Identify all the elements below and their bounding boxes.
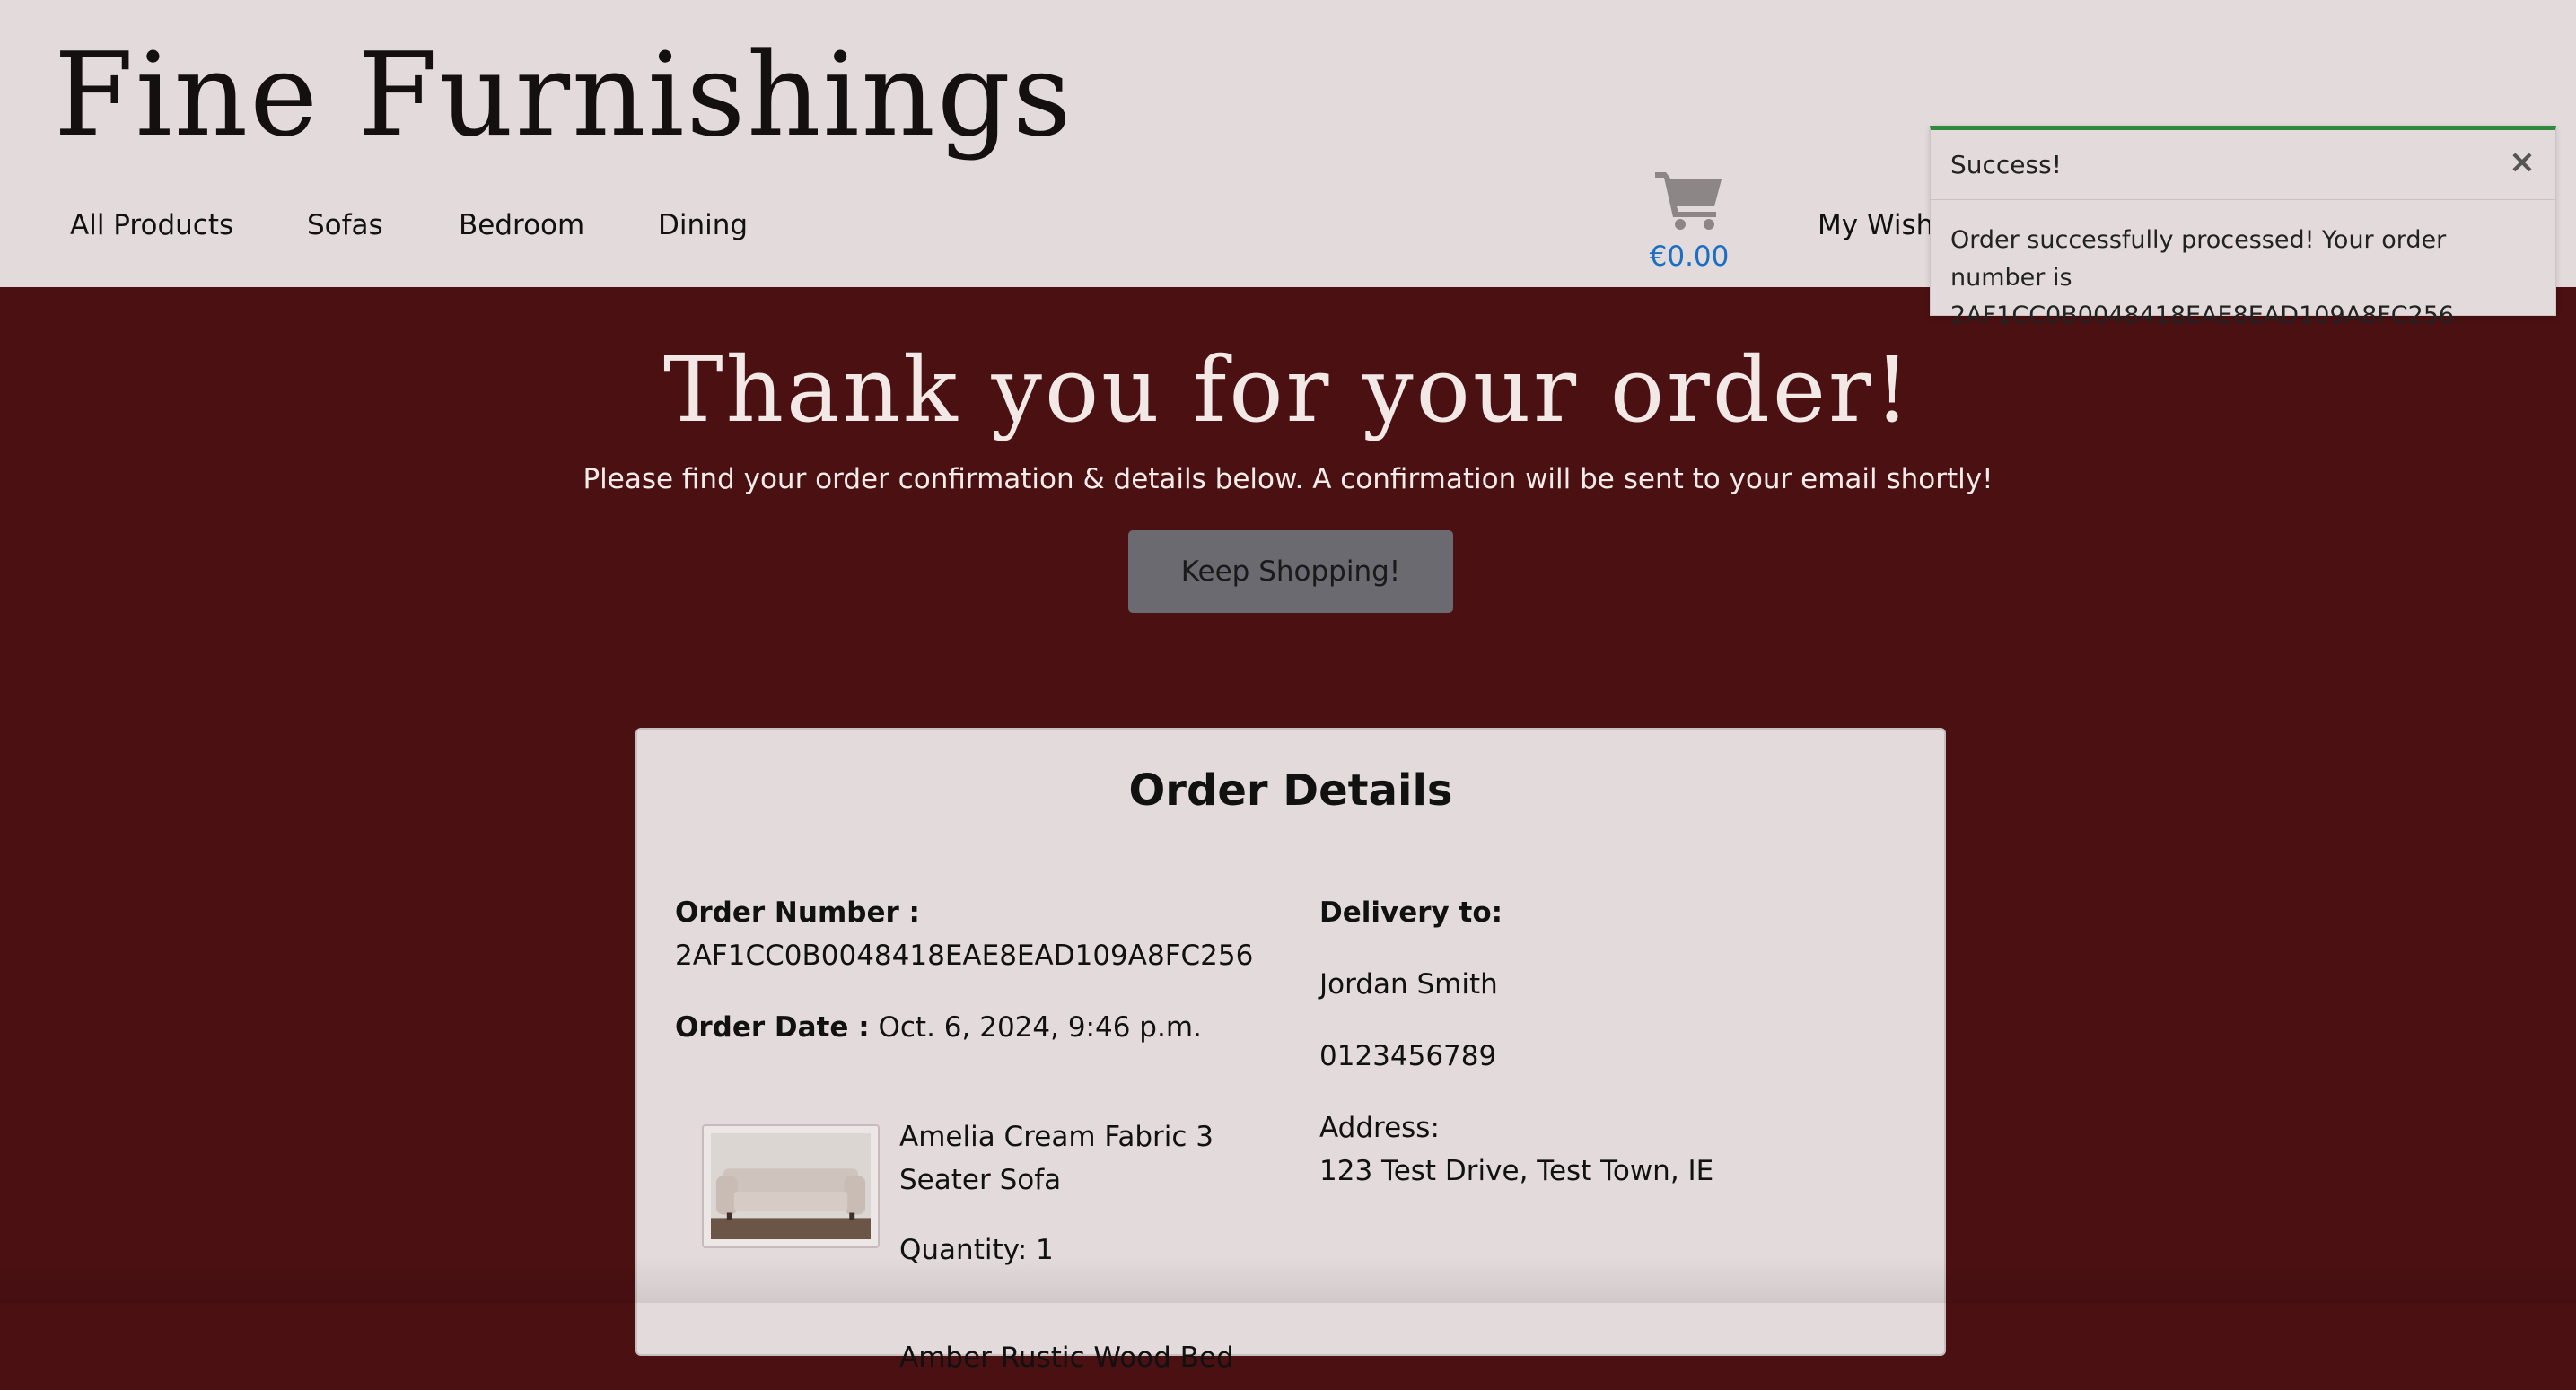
cart-link[interactable]: €0.00 bbox=[1643, 167, 1736, 273]
product-name: Amelia Cream Fabric 3 Seater Sofa bbox=[899, 1115, 1258, 1202]
product-name: Amber Rustic Wood Bed bbox=[899, 1342, 1234, 1374]
nav-item-sofas[interactable]: Sofas bbox=[307, 203, 383, 248]
order-date: Order Date : Oct. 6, 2024, 9:46 p.m. bbox=[675, 1006, 1303, 1049]
delivery-label: Delivery to: bbox=[1319, 896, 1503, 929]
order-number-label: Order Number : bbox=[675, 896, 920, 929]
address-value: 123 Test Drive, Test Town, IE bbox=[1319, 1155, 1714, 1187]
keep-shopping-button[interactable]: Keep Shopping! bbox=[1128, 530, 1453, 613]
nav-item-bedroom[interactable]: Bedroom bbox=[459, 203, 584, 248]
shopping-cart-icon bbox=[1655, 172, 1722, 230]
cart-total: €0.00 bbox=[1649, 240, 1730, 273]
page-subtitle: Please find your order confirmation & de… bbox=[583, 463, 1993, 495]
close-icon[interactable]: × bbox=[2509, 146, 2536, 179]
order-date-value: Oct. 6, 2024, 9:46 p.m. bbox=[878, 1011, 1202, 1044]
product-name-line: Seater Sofa bbox=[899, 1164, 1062, 1196]
toast-message: Order successfully processed! Your order… bbox=[1931, 200, 2555, 356]
site-logo[interactable]: Fine Furnishings bbox=[54, 27, 1073, 165]
success-toast: Success! × Order successfully processed!… bbox=[1930, 126, 2556, 329]
wishlist-link[interactable]: My Wishl bbox=[1818, 203, 1941, 248]
delivery-name: Jordan Smith bbox=[1319, 968, 1498, 1001]
order-number-value: 2AF1CC0B0048418EAE8EAD109A8FC256 bbox=[675, 940, 1254, 972]
toast-message-line: Order successfully processed! Your order… bbox=[1950, 226, 2447, 292]
page-title: Thank you for your order! bbox=[662, 337, 1914, 442]
product-quantity: Quantity: 1 bbox=[899, 1234, 1054, 1266]
address-label: Address: bbox=[1319, 1112, 1440, 1144]
order-details-heading: Order Details bbox=[1128, 765, 1453, 816]
product-name-line: Amelia Cream Fabric 3 bbox=[899, 1121, 1214, 1153]
toast-header: Success! × bbox=[1931, 130, 2555, 200]
order-summary-column: Order Number : 2AF1CC0B0048418EAE8EAD109… bbox=[675, 891, 1303, 1374]
delivery-phone: 0123456789 bbox=[1319, 1040, 1497, 1072]
order-date-label: Order Date : bbox=[675, 1011, 870, 1044]
order-details-card: Order Details Order Number : 2AF1CC0B004… bbox=[635, 728, 1946, 1374]
product-image[interactable] bbox=[702, 1124, 880, 1248]
nav-item-all-products[interactable]: All Products bbox=[70, 203, 233, 248]
delivery-column: Delivery to: Jordan Smith 0123456789 Add… bbox=[1319, 891, 1912, 1193]
toast-order-number: 2AF1CC0B0048418EAE8EAD109A8FC256. bbox=[1950, 302, 2462, 329]
list-item: Amelia Cream Fabric 3 Seater Sofa Quanti… bbox=[675, 1115, 1303, 1286]
list-item: Amber Rustic Wood Bed bbox=[675, 1336, 1303, 1390]
sofa-image-icon bbox=[711, 1133, 871, 1239]
nav-item-dining[interactable]: Dining bbox=[658, 203, 748, 248]
toast-title: Success! bbox=[1950, 150, 2062, 179]
